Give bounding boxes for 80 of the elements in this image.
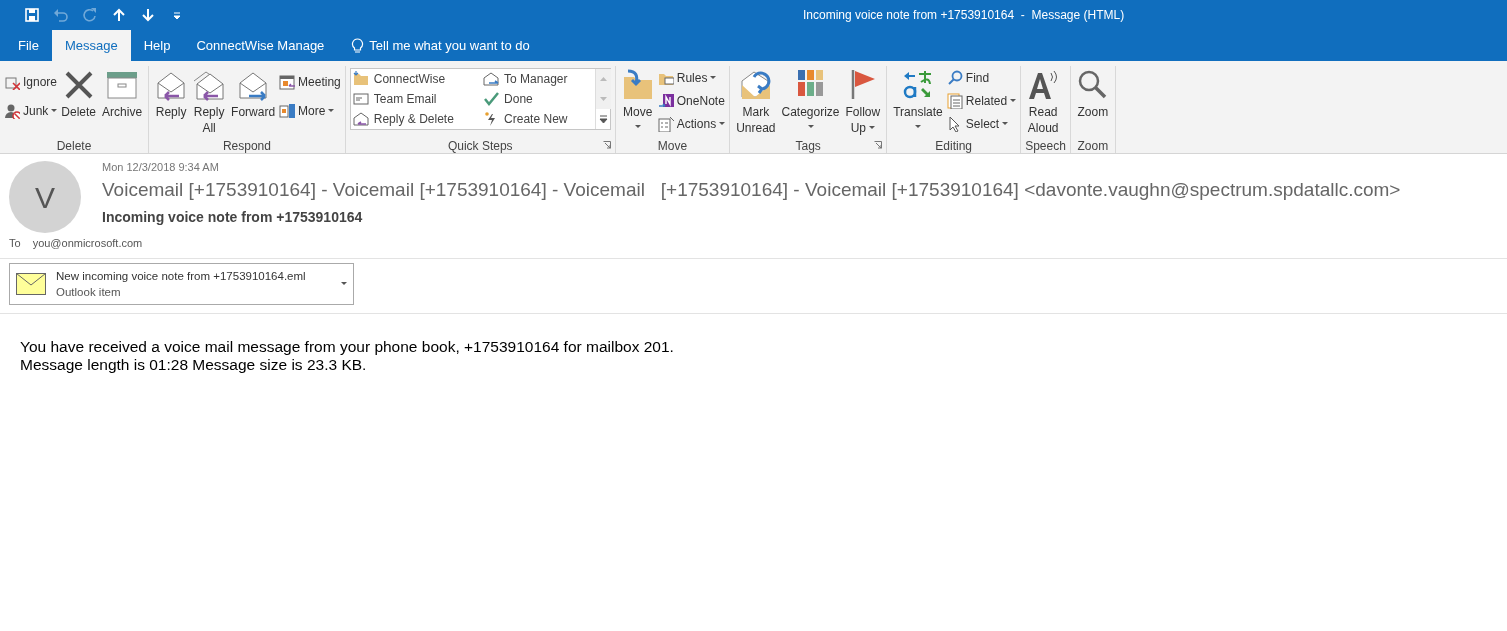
group-label: Speech — [1025, 139, 1066, 153]
save-icon[interactable] — [24, 7, 40, 23]
ribbon-button[interactable]: Zoom — [1074, 66, 1111, 120]
check-icon — [483, 91, 500, 107]
body-text: Message length is 01:28 Message size is 23.3 KB. — [20, 356, 368, 374]
person-block-icon — [4, 102, 20, 119]
ribbon-button[interactable]: Actions — [657, 114, 726, 133]
ribbon-button[interactable]: OneNote — [657, 91, 726, 110]
group-label: Move — [657, 139, 688, 153]
ribbon-button[interactable]: Related — [946, 91, 1017, 110]
ribbon-button[interactable]: Delete — [59, 66, 99, 120]
ribbon-button[interactable]: Read Aloud — [1025, 66, 1062, 136]
translate-icon — [902, 69, 934, 101]
ribbon-tab[interactable]: ConnectWise Manage — [183, 30, 338, 61]
group-label: Zoom — [1077, 139, 1109, 153]
message-subject: Incoming voice note from +1753910164 — [102, 208, 364, 227]
forward-icon — [483, 71, 500, 87]
ribbon-button[interactable]: Select — [946, 114, 1017, 133]
ribbon-button[interactable]: Reply — [153, 66, 190, 120]
ribbon-button[interactable]: Reply All — [191, 66, 228, 136]
list-icon — [657, 115, 674, 132]
ribbon-button[interactable]: Mark Unread — [734, 66, 778, 136]
ribbon-button[interactable]: Follow Up — [843, 66, 883, 136]
window-title: Incoming voice note from +1753910164 - Message (HTML) — [803, 7, 1125, 24]
group-label: Quick Steps — [447, 139, 513, 153]
folder-icon — [352, 71, 369, 87]
ribbon-button[interactable]: Junk — [4, 101, 58, 120]
avatar: V — [9, 161, 81, 233]
ribbon-tab[interactable]: File — [5, 30, 52, 61]
ribbon-button[interactable]: Forward — [229, 66, 278, 120]
envelope-icon — [352, 91, 369, 107]
ribbon-button[interactable]: Categorize — [779, 66, 842, 134]
envelope-arrow-icon — [739, 69, 772, 101]
ribbon-button[interactable]: Meeting — [279, 72, 341, 91]
quick-step[interactable]: To Manager — [483, 69, 593, 89]
search-icon — [946, 69, 963, 86]
quick-step[interactable]: ConnectWise — [352, 69, 480, 89]
sender-name: Voicemail [+1753910164] - Voicemail [+1753910164] - Voicemail [+1753910164] - Voicemail [+1753910164] <davonte.vaughn@spectrum.spdatallc.com> — [102, 178, 1401, 202]
reply-icon — [352, 111, 369, 127]
reply-all-icon — [193, 69, 226, 101]
ribbon-button[interactable]: Translate — [891, 66, 945, 134]
quick-step[interactable]: Create New — [483, 109, 593, 129]
group-label: Editing — [935, 139, 973, 153]
attachment-name: New incoming voice note from +1753910164.eml — [56, 269, 307, 284]
caret-icon[interactable] — [341, 282, 347, 286]
body-text: You have received a voice mail message from your phone book, +1753910164 for mailbox 201. — [20, 338, 675, 356]
quick-step[interactable]: Team Email — [352, 89, 480, 109]
window-icon — [279, 102, 296, 119]
quick-step[interactable]: Reply & Delete — [352, 109, 480, 129]
magnifier-icon — [1076, 69, 1109, 101]
letter-a-speaker-icon — [1027, 69, 1060, 101]
calendar-icon — [279, 73, 296, 90]
ribbon-button[interactable]: Archive — [100, 66, 145, 120]
attachment-type: Outlook item — [56, 285, 122, 300]
up-arrow-icon[interactable] — [111, 7, 127, 23]
message-date: Mon 12/3/2018 9:34 AM — [102, 160, 220, 175]
dialog-launcher-icon[interactable] — [602, 141, 611, 149]
ribbon-button[interactable]: Ignore — [4, 72, 58, 91]
onenote-icon — [657, 92, 674, 109]
down-arrow-icon[interactable] — [140, 7, 156, 23]
tell-me-field[interactable]: Tell me what you want to do — [337, 30, 544, 61]
group-label: Respond — [222, 139, 271, 153]
ribbon-button[interactable]: More — [279, 101, 341, 120]
envelope-icon — [16, 273, 46, 295]
group-label: Tags — [795, 139, 821, 153]
dialog-launcher-icon[interactable] — [874, 141, 883, 149]
ribbon-tab[interactable]: Message — [51, 30, 131, 61]
quick-step[interactable]: Done — [483, 89, 593, 109]
ribbon-tab[interactable]: Help — [130, 30, 184, 61]
document-icon — [946, 92, 963, 109]
attachment[interactable]: New incoming voice note from +1753910164.eml Outlook item — [9, 263, 354, 305]
group-label: Delete — [56, 139, 92, 153]
to-label: To — [9, 235, 21, 251]
lightbulb-icon — [351, 37, 365, 54]
archive-box-icon — [106, 69, 139, 101]
folder-arrow-icon — [621, 69, 654, 101]
ribbon-button[interactable]: Move — [619, 66, 656, 134]
ribbon-button[interactable]: Find — [946, 68, 1017, 87]
ribbon-button[interactable]: Rules — [657, 68, 726, 87]
recipient: you@onmicrosoft.com — [32, 235, 143, 251]
